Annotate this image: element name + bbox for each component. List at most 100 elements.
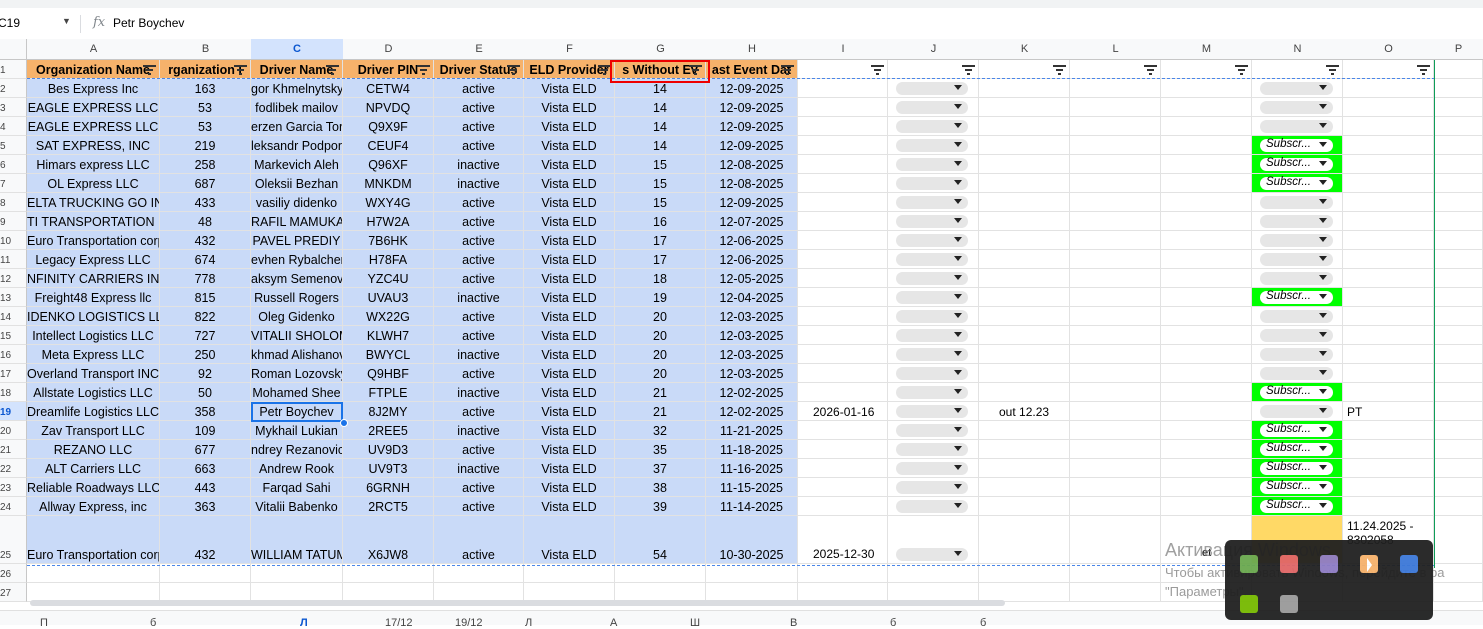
status-dropdown[interactable]: [896, 462, 968, 475]
cell-p[interactable]: [1434, 364, 1483, 383]
filter-icon[interactable]: [1053, 65, 1066, 75]
cell-organization-id[interactable]: 727: [160, 326, 251, 345]
cell-driver-status[interactable]: active: [434, 402, 524, 421]
subscription-dropdown[interactable]: Subscr...: [1260, 385, 1333, 399]
filter-icon[interactable]: [507, 65, 520, 75]
cell-i[interactable]: [798, 478, 888, 497]
filter-icon[interactable]: [781, 65, 794, 75]
cell-organization-name[interactable]: ELTA TRUCKING GO IN: [27, 193, 160, 212]
teams-icon[interactable]: [1320, 555, 1338, 573]
cell-driver-status[interactable]: active: [434, 193, 524, 212]
sheet-tab[interactable]: 19/12: [455, 617, 483, 629]
subscription-dropdown[interactable]: [1260, 196, 1333, 209]
cell-k[interactable]: [979, 155, 1070, 174]
filter-icon[interactable]: [962, 65, 975, 75]
app-icon[interactable]: [1240, 555, 1258, 573]
status-dropdown[interactable]: [896, 329, 968, 342]
cell-driver-status[interactable]: inactive: [434, 155, 524, 174]
cell-driver-pin[interactable]: UV9T3: [343, 459, 434, 478]
cell-empty[interactable]: [798, 564, 888, 583]
cell-m[interactable]: [1161, 421, 1252, 440]
sheet-tab[interactable]: Л: [525, 617, 532, 629]
cell-days-without-events[interactable]: 20: [615, 364, 706, 383]
cell-driver-pin[interactable]: WXY4G: [343, 193, 434, 212]
cell-days-without-events[interactable]: 14: [615, 117, 706, 136]
cell-m[interactable]: [1161, 117, 1252, 136]
row-header[interactable]: 24: [0, 497, 27, 516]
cell-k[interactable]: [979, 516, 1070, 564]
cell-i[interactable]: [798, 136, 888, 155]
cell-driver-pin[interactable]: Q9X9F: [343, 117, 434, 136]
cell-eld-provider[interactable]: Vista ELD: [524, 326, 615, 345]
cell-o19-note[interactable]: PT: [1347, 405, 1362, 419]
cell-empty[interactable]: [1434, 583, 1483, 602]
cell-last-event-date[interactable]: 11-15-2025: [706, 478, 798, 497]
cell-eld-provider[interactable]: Vista ELD: [524, 231, 615, 250]
cell-o[interactable]: [1343, 117, 1434, 136]
cell-k[interactable]: [979, 193, 1070, 212]
cell-p[interactable]: [1434, 79, 1483, 98]
name-box[interactable]: C19: [0, 16, 20, 30]
subscription-dropdown[interactable]: Subscr...: [1260, 499, 1333, 513]
cell-l[interactable]: [1070, 402, 1161, 421]
cell-organization-name[interactable]: NFINITY CARRIERS INC: [27, 269, 160, 288]
cell-driver-status[interactable]: active: [434, 307, 524, 326]
cell-m[interactable]: [1161, 326, 1252, 345]
cell-last-event-date[interactable]: 12-09-2025: [706, 193, 798, 212]
cell-eld-provider[interactable]: Vista ELD: [524, 250, 615, 269]
cell-l[interactable]: [1070, 307, 1161, 326]
cell-m[interactable]: [1161, 174, 1252, 193]
status-dropdown[interactable]: [896, 82, 968, 95]
filter-icon[interactable]: [1417, 65, 1430, 75]
cell-eld-provider[interactable]: Vista ELD: [524, 269, 615, 288]
subscription-dropdown[interactable]: Subscr...: [1260, 290, 1333, 304]
subscription-dropdown[interactable]: Subscr...: [1260, 138, 1333, 152]
cell-last-event-date[interactable]: 12-03-2025: [706, 326, 798, 345]
select-all-corner[interactable]: [0, 39, 27, 60]
filter-icon[interactable]: [326, 65, 339, 75]
cell-driver-status[interactable]: active: [434, 440, 524, 459]
cell-i[interactable]: [798, 250, 888, 269]
column-header-j[interactable]: J: [888, 39, 980, 60]
cell-m[interactable]: [1161, 231, 1252, 250]
cell-organization-id[interactable]: 677: [160, 440, 251, 459]
cell-k[interactable]: [979, 307, 1070, 326]
cell-last-event-date[interactable]: 12-09-2025: [706, 136, 798, 155]
cell-driver-pin[interactable]: KLWH7: [343, 326, 434, 345]
cell-eld-provider[interactable]: Vista ELD: [524, 516, 615, 564]
cell-l[interactable]: [1070, 440, 1161, 459]
cell-days-without-events[interactable]: 21: [615, 383, 706, 402]
filter-icon[interactable]: [1144, 65, 1157, 75]
cell-last-event-date[interactable]: 11-21-2025: [706, 421, 798, 440]
cell-driver-status[interactable]: active: [434, 326, 524, 345]
sheet-tab[interactable]: б: [980, 617, 986, 629]
row-header[interactable]: 8: [0, 193, 27, 212]
cell-l[interactable]: [1070, 98, 1161, 117]
cell-organization-name[interactable]: Bes Express Inc: [27, 79, 160, 98]
cell-driver-pin[interactable]: 8J2MY: [343, 402, 434, 421]
status-dropdown[interactable]: [896, 215, 968, 228]
subscription-dropdown[interactable]: [1260, 120, 1333, 133]
cell-m[interactable]: [1161, 193, 1252, 212]
cell-empty[interactable]: [1070, 564, 1161, 583]
cell-l[interactable]: [1070, 250, 1161, 269]
cell-m[interactable]: [1161, 478, 1252, 497]
cell-o[interactable]: [1343, 288, 1434, 307]
cell-days-without-events[interactable]: 21: [615, 402, 706, 421]
cell-organization-id[interactable]: 258: [160, 155, 251, 174]
cell-driver-pin[interactable]: CEUF4: [343, 136, 434, 155]
cell-driver-status[interactable]: active: [434, 212, 524, 231]
cell-m[interactable]: [1161, 307, 1252, 326]
cell-driver-pin[interactable]: CETW4: [343, 79, 434, 98]
column-header-p[interactable]: P: [1434, 39, 1483, 60]
keyboard-icon[interactable]: [1280, 595, 1298, 613]
subscription-dropdown[interactable]: [1260, 329, 1333, 342]
cell-days-without-events[interactable]: 38: [615, 478, 706, 497]
status-dropdown[interactable]: [896, 443, 968, 456]
cell-i[interactable]: [798, 155, 888, 174]
cell-driver-pin[interactable]: YZC4U: [343, 269, 434, 288]
cell-o[interactable]: [1343, 79, 1434, 98]
row-header[interactable]: 10: [0, 231, 27, 250]
cell-days-without-events[interactable]: 19: [615, 288, 706, 307]
cell-p[interactable]: [1434, 459, 1483, 478]
